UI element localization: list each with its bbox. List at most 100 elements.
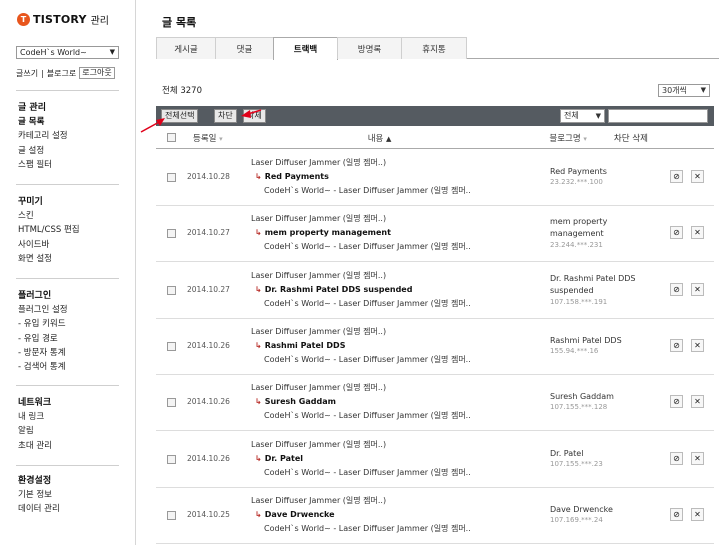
sidebar-item-screen-settings[interactable]: 화면 설정 (18, 252, 80, 266)
sidebar-item-visitor-stats[interactable]: - 방문자 통계 (18, 346, 68, 360)
tab-trash[interactable]: 휴지통 (401, 37, 467, 59)
sidebar-item-skin[interactable]: 스킨 (18, 209, 80, 223)
logo-brand: TISTORY (33, 13, 87, 26)
search-input[interactable] (608, 109, 708, 123)
blog-select[interactable]: CodeH`s World~ ▼ (16, 46, 119, 59)
row-blog-name[interactable]: Rashmi Patel DDS (550, 335, 650, 347)
row-checkbox[interactable] (167, 510, 176, 520)
column-blog[interactable]: 블로그명 ▾ (549, 132, 587, 144)
row-trackback-title[interactable]: ↳ Dave Drwencke (255, 510, 335, 519)
row-trackback-title[interactable]: ↳ Red Payments (255, 172, 329, 181)
trackback-arrow-icon: ↳ (255, 228, 262, 238)
sidebar-item-invites[interactable]: 초대 관리 (18, 439, 52, 453)
row-trackback-excerpt: CodeH`s World~ - Laser Diffuser Jammer (… (264, 242, 471, 252)
trackback-arrow-icon: ↳ (255, 397, 262, 407)
tab-comments[interactable]: 댓글 (215, 37, 274, 59)
block-icon[interactable]: ⊘ (670, 282, 683, 296)
tab-guestbook[interactable]: 방명록 (337, 37, 402, 59)
row-ip: 107.155.***.128 (550, 403, 608, 412)
row-post-title[interactable]: Laser Diffuser Jammer (일명 젬머..) (251, 270, 386, 281)
nav-group-decorate: 꾸미기 스킨 HTML/CSS 편집 사이드바 화면 설정 (18, 195, 80, 266)
sidebar-item-post-settings[interactable]: 글 설정 (18, 144, 68, 158)
block-icon[interactable]: ⊘ (670, 507, 683, 521)
row-trackback-title[interactable]: ↳ Suresh Gaddam (255, 397, 336, 406)
row-trackback-title[interactable]: ↳ Dr. Patel (255, 454, 303, 463)
row-trackback-excerpt: CodeH`s World~ - Laser Diffuser Jammer (… (264, 467, 471, 477)
sidebar-item-data-management[interactable]: 데이터 관리 (18, 502, 60, 516)
blog-links: 글쓰기 | 블로그로 로그아웃 (16, 67, 115, 79)
row-trackback-title-text: mem property management (264, 228, 391, 238)
tab-trackbacks[interactable]: 트랙백 (273, 37, 338, 60)
column-content[interactable]: 내용 ▲ (368, 132, 392, 144)
row-post-title[interactable]: Laser Diffuser Jammer (일명 젬머..) (251, 157, 386, 168)
row-date: 2014.10.25 (187, 509, 230, 519)
tab-bar: 게시글 댓글 트랙백 방명록 휴지통 (156, 37, 719, 60)
close-icon[interactable]: ✕ (691, 451, 704, 465)
close-icon[interactable]: ✕ (691, 338, 704, 352)
sidebar-item-inflow-keywords[interactable]: - 유입 키워드 (18, 317, 68, 331)
row-post-title[interactable]: Laser Diffuser Jammer (일명 젬머..) (251, 495, 386, 506)
trackback-arrow-icon: ↳ (255, 172, 262, 181)
row-trackback-title[interactable]: ↳ Dr. Rashmi Patel DDS suspended (255, 285, 412, 294)
close-icon[interactable]: ✕ (691, 170, 704, 183)
divider (16, 278, 119, 279)
block-icon[interactable]: ⊘ (670, 395, 683, 409)
row-ip: 23.232.***.100 (550, 178, 603, 186)
nav-group-settings: 환경설정 기본 정보 데이터 관리 (18, 474, 60, 517)
logout-button[interactable]: 로그아웃 (79, 67, 115, 79)
nav-group-title: 꾸미기 (18, 197, 43, 207)
tab-posts[interactable]: 게시글 (156, 37, 216, 59)
row-checkbox[interactable] (167, 454, 176, 464)
row-post-title[interactable]: Laser Diffuser Jammer (일명 젬머..) (251, 326, 386, 337)
close-icon[interactable]: ✕ (691, 395, 704, 409)
row-blog-name[interactable]: Dr. Rashmi Patel DDS suspended (550, 273, 650, 297)
sidebar-item-inflow-paths[interactable]: - 유입 경로 (18, 332, 68, 346)
row-trackback-excerpt: CodeH`s World~ - Laser Diffuser Jammer (… (264, 298, 471, 308)
block-icon[interactable]: ⊘ (670, 451, 683, 465)
row-blog-name[interactable]: Suresh Gaddam (550, 391, 650, 403)
write-link[interactable]: 글쓰기 (16, 68, 38, 79)
close-icon[interactable]: ✕ (691, 226, 704, 240)
block-icon[interactable]: ⊘ (670, 226, 683, 240)
sidebar-item-search-stats[interactable]: - 검색어 통계 (18, 360, 68, 374)
row-post-title[interactable]: Laser Diffuser Jammer (일명 젬머..) (251, 439, 386, 450)
main-content: 글 목록 게시글 댓글 트랙백 방명록 휴지통 전체 3270 30개씩 ▼ 전… (137, 0, 720, 545)
close-icon[interactable]: ✕ (691, 507, 704, 521)
row-checkbox[interactable] (167, 285, 176, 295)
table-row: 2014.10.26 Laser Diffuser Jammer (일명 젬머.… (156, 319, 714, 375)
sidebar-item-my-links[interactable]: 내 링크 (18, 410, 52, 424)
row-trackback-title[interactable]: ↳ mem property management (255, 228, 391, 237)
sidebar-item-plugin-settings[interactable]: 플러그인 설정 (18, 303, 68, 317)
sidebar-item-basic-info[interactable]: 기본 정보 (18, 488, 60, 502)
sidebar-item-category[interactable]: 카테고리 설정 (18, 129, 68, 143)
tistory-logo[interactable]: T TISTORY 관리 (17, 12, 109, 27)
sidebar-item-sidebar[interactable]: 사이드바 (18, 238, 80, 252)
go-to-blog-link[interactable]: 블로그로 (47, 68, 76, 79)
row-checkbox[interactable] (167, 341, 176, 351)
sidebar-item-post-list[interactable]: 글 목록 (18, 115, 68, 129)
row-checkbox[interactable] (167, 398, 176, 408)
block-icon[interactable]: ⊘ (670, 338, 683, 352)
row-checkbox[interactable] (167, 173, 176, 182)
row-date: 2014.10.27 (187, 284, 230, 294)
row-trackback-title[interactable]: ↳ Rashmi Patel DDS (255, 341, 345, 350)
row-blog-name[interactable]: Dr. Patel (550, 448, 650, 460)
trackback-arrow-icon: ↳ (255, 284, 262, 294)
row-post-title[interactable]: Laser Diffuser Jammer (일명 젬머..) (251, 382, 386, 393)
row-post-title[interactable]: Laser Diffuser Jammer (일명 젬머..) (251, 213, 386, 224)
block-icon[interactable]: ⊘ (670, 170, 683, 183)
trackback-arrow-icon: ↳ (255, 453, 262, 463)
chevron-down-icon: ▼ (700, 86, 706, 94)
sidebar-item-spam-filter[interactable]: 스팸 필터 (18, 158, 68, 172)
row-checkbox[interactable] (167, 229, 176, 239)
chevron-down-icon: ▼ (109, 48, 115, 56)
row-blog-name[interactable]: mem property management (550, 216, 650, 240)
per-page-select[interactable]: 30개씩 ▼ (658, 84, 710, 97)
row-blog-name[interactable]: Dave Drwencke (550, 504, 650, 516)
row-trackback-title-text: Red Payments (264, 172, 329, 181)
close-icon[interactable]: ✕ (691, 282, 704, 296)
sidebar-item-notifications[interactable]: 알림 (18, 424, 52, 438)
row-blog-name[interactable]: Red Payments (550, 166, 650, 178)
filter-select[interactable]: 전체 ▼ (560, 109, 605, 123)
sidebar-item-html-css[interactable]: HTML/CSS 편집 (18, 223, 80, 237)
